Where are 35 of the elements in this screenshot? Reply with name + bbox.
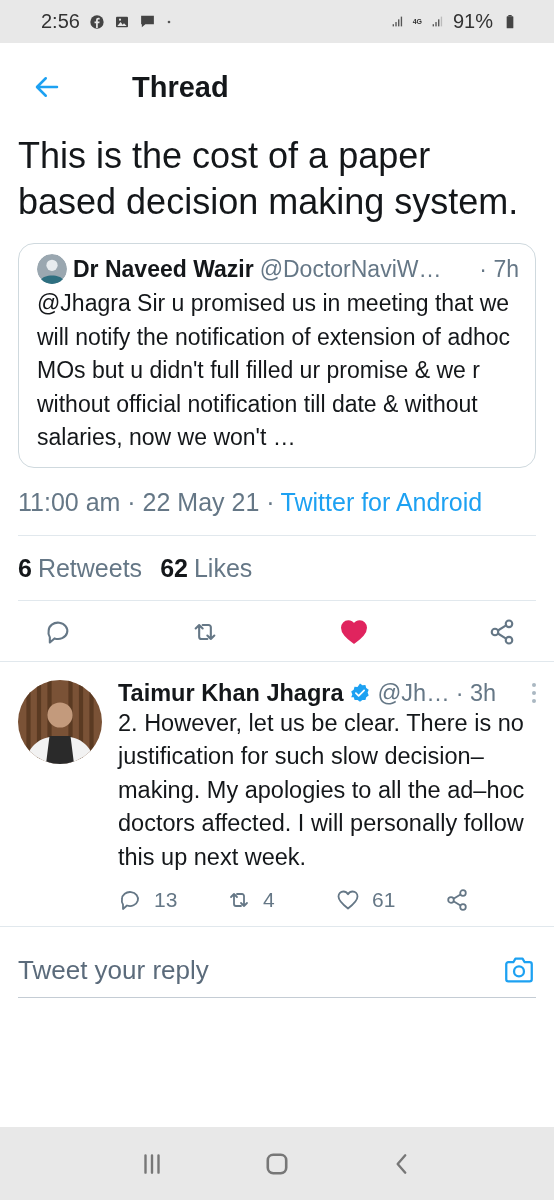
tweet-time: · 7h (479, 255, 519, 283)
home-button[interactable] (264, 1150, 290, 1177)
reply-button[interactable]: 13 (118, 888, 227, 912)
author-handle: @DoctorNaviW… (259, 255, 443, 283)
heart-icon (336, 888, 360, 912)
author-name: Dr Naveed Wazir (73, 255, 254, 283)
battery-level: 91% (452, 10, 493, 33)
facebook-icon (88, 13, 105, 30)
share-button[interactable] (488, 617, 516, 646)
share-icon (445, 888, 469, 912)
tweet-timestamp: 11:00 am · 22 May 21 · (18, 487, 275, 517)
source-link[interactable]: Twitter for Android (280, 487, 483, 517)
tweet-text: This is the cost of a paper based decision making system. (18, 134, 520, 224)
share-icon (488, 617, 516, 646)
like-button[interactable]: 61 (336, 888, 445, 912)
share-button[interactable] (445, 888, 469, 912)
author-name: Taimur Khan Jhagra (118, 679, 344, 707)
home-icon (264, 1150, 290, 1177)
avatar-icon (37, 254, 67, 284)
signal-icon (390, 15, 404, 28)
quoted-tweet-card[interactable] (18, 243, 536, 468)
reply-icon (118, 888, 142, 912)
tweet-time: · 3h (455, 679, 498, 707)
reply-input-field[interactable]: Tweet your reply (18, 954, 502, 986)
stat-link[interactable]: 62 Likes (160, 553, 253, 583)
message-icon (138, 13, 156, 30)
stat-link[interactable]: 6 Retweets (18, 553, 143, 583)
clock-time: 2:56 (41, 10, 80, 33)
more-icon (532, 683, 536, 703)
author-handle: @Jh… (377, 679, 450, 707)
signal-icon (430, 15, 444, 28)
screen-title: Thread (132, 70, 229, 104)
reply-text: 2. However, let us be clear. There is no justification for such slow decision–making. My apologies to all the ad–hoc doctors affected. I will personally follow this up next week. (118, 708, 526, 872)
quoted-tweet-text: @Jhagra Sir u promised us in meeting that we will notify the notification of extension of adhoc MOs but u didn't full filled ur promise & we r without official notification till date & without salaries, now we won't … (37, 289, 512, 452)
retweet-button[interactable]: 4 (227, 888, 336, 912)
